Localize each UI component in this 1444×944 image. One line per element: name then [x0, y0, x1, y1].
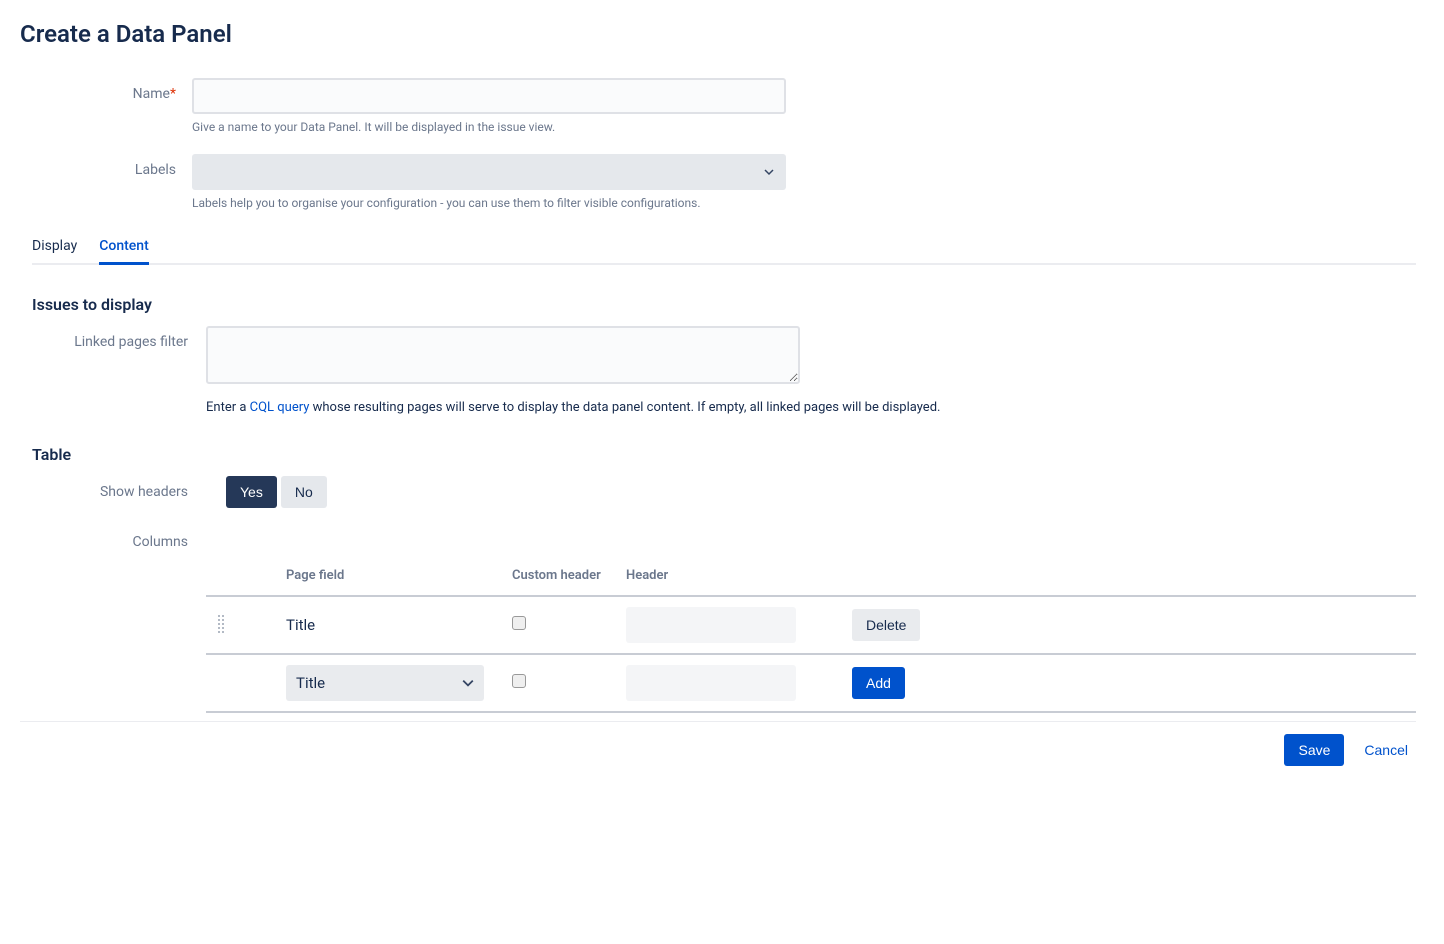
- labels-label: Labels: [20, 154, 192, 178]
- name-help: Give a name to your Data Panel. It will …: [192, 120, 1424, 134]
- chevron-down-icon: [764, 167, 774, 177]
- table-row: Title Delete: [206, 595, 1416, 653]
- show-headers-yes[interactable]: Yes: [226, 476, 277, 508]
- linked-pages-filter-input[interactable]: [206, 326, 800, 384]
- show-headers-label: Show headers: [20, 476, 206, 500]
- cancel-button[interactable]: Cancel: [1356, 734, 1416, 766]
- name-input[interactable]: [192, 78, 786, 114]
- labels-select[interactable]: [192, 154, 786, 190]
- row-header-input[interactable]: [626, 607, 796, 643]
- row-custom-header-checkbox[interactable]: [512, 616, 526, 630]
- new-row-header-input[interactable]: [626, 665, 796, 701]
- delete-button[interactable]: Delete: [852, 609, 920, 641]
- labels-help: Labels help you to organise your configu…: [192, 196, 1424, 210]
- page-title: Create a Data Panel: [20, 20, 1424, 48]
- col-header-page-field: Page field: [286, 568, 512, 583]
- show-headers-no[interactable]: No: [281, 476, 327, 508]
- col-header-custom-header: Custom header: [512, 568, 626, 583]
- cql-query-link[interactable]: CQL query: [250, 400, 310, 415]
- linked-pages-filter-label: Linked pages filter: [20, 326, 206, 350]
- footer-actions: Save Cancel: [20, 721, 1416, 766]
- table-section-title: Table: [32, 445, 1424, 464]
- add-button[interactable]: Add: [852, 667, 905, 699]
- name-label: Name*: [20, 78, 192, 102]
- table-row-new: Title Add: [206, 653, 1416, 713]
- issues-section-title: Issues to display: [32, 295, 1424, 314]
- row-page-field: Title: [286, 616, 512, 634]
- tabs: Display Content: [32, 230, 1416, 265]
- page-field-select[interactable]: Title: [286, 665, 484, 701]
- col-header-header: Header: [626, 568, 852, 583]
- save-button[interactable]: Save: [1284, 734, 1344, 766]
- drag-handle-icon[interactable]: [206, 615, 286, 635]
- chevron-down-icon: [462, 677, 474, 689]
- new-row-custom-header-checkbox[interactable]: [512, 674, 526, 688]
- columns-table: Page field Custom header Header Title De…: [206, 556, 1416, 713]
- tab-content[interactable]: Content: [99, 230, 149, 265]
- tab-display[interactable]: Display: [32, 230, 77, 265]
- columns-label: Columns: [20, 526, 206, 550]
- linked-pages-filter-help: Enter a CQL query whose resulting pages …: [206, 400, 1424, 415]
